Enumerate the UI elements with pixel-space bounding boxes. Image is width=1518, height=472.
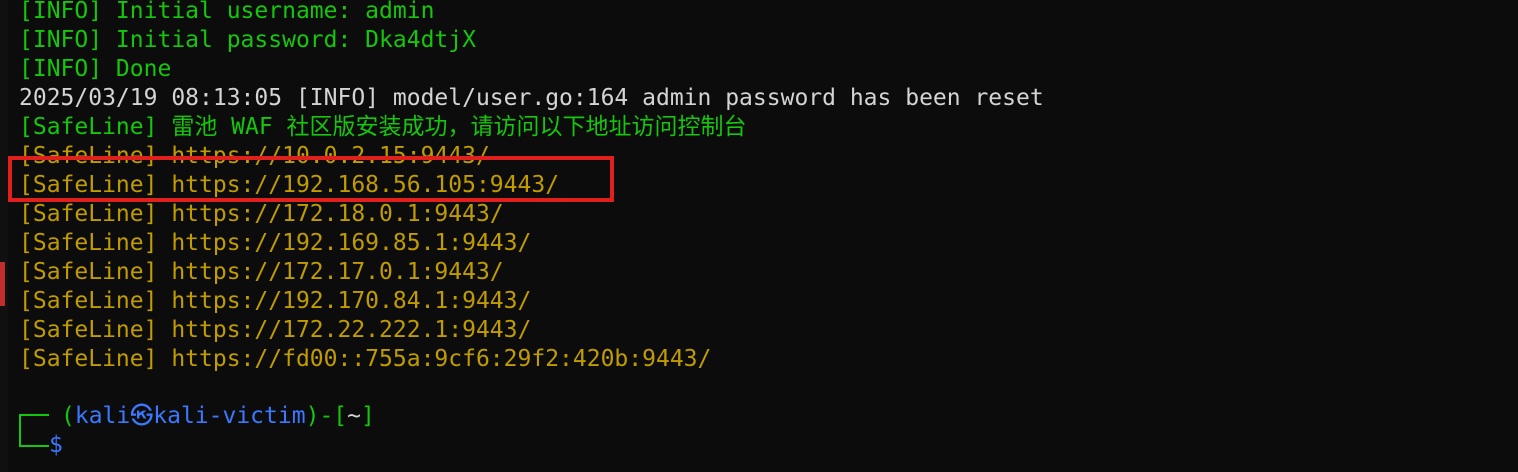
prompt-cwd: ~ — [347, 403, 362, 429]
log-line: 2025/03/19 08:13:05 [INFO] model/user.go… — [19, 85, 1044, 111]
log-line-url: [SafeLine] https://192.170.84.1:9443/ — [19, 288, 532, 314]
prompt-open-bracket: [ — [333, 403, 348, 429]
prompt-corner-bottom-icon — [19, 429, 49, 447]
log-line-url: [SafeLine] https://192.169.85.1:9443/ — [19, 230, 532, 256]
prompt-close-bracket: ] — [361, 403, 375, 429]
prompt-user: kali — [74, 403, 131, 429]
log-line-url: [SafeLine] https://fd00::755a:9cf6:29f2:… — [19, 346, 712, 372]
shell-prompt-header: (kali㉿kali-victim)-[~] — [19, 402, 375, 431]
log-line: [INFO] Done — [19, 56, 172, 82]
highlight-annotation-box — [8, 156, 614, 202]
background-window-red-mark — [0, 262, 5, 306]
prompt-open-paren: ( — [61, 403, 75, 429]
log-line-url: [SafeLine] https://172.22.222.1:9443/ — [19, 317, 532, 343]
terminal-window[interactable]: [INFO] Initial username: admin [INFO] In… — [0, 0, 1518, 472]
log-line-url: [SafeLine] https://172.18.0.1:9443/ — [19, 201, 504, 227]
log-line: [INFO] Initial password: Dka4dtjX — [19, 27, 476, 53]
prompt-dash: - — [319, 403, 334, 429]
log-line-install-success: [SafeLine] 雷池 WAF 社区版安装成功，请访问以下地址访问控制台 — [19, 114, 747, 140]
prompt-host: kali-victim — [153, 403, 306, 429]
prompt-at-icon: ㉿ — [130, 403, 154, 429]
log-line: [INFO] Initial username: admin — [19, 0, 435, 24]
prompt-dollar-symbol: $ — [49, 432, 63, 458]
shell-prompt-input-line[interactable]: $ — [19, 429, 63, 460]
prompt-close-paren: ) — [305, 403, 320, 429]
prompt-corner-top-icon — [19, 414, 49, 430]
log-line-url: [SafeLine] https://172.17.0.1:9443/ — [19, 259, 504, 285]
left-window-edge — [0, 0, 8, 472]
